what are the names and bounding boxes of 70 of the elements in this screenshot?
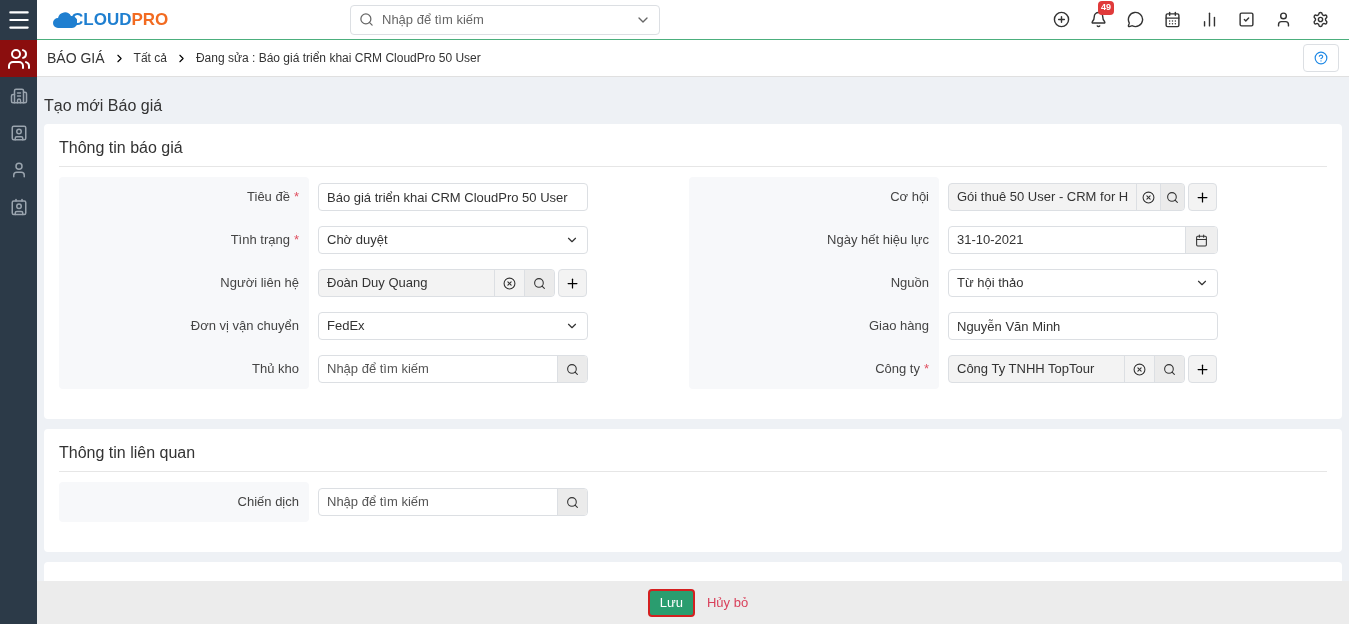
add-button[interactable] [558,269,587,297]
field-label: Công ty [875,360,920,379]
search-icon [566,495,579,509]
lookup-field[interactable]: Gói thuê 50 User - CRM for H [948,183,1185,211]
calendar-button[interactable] [1185,227,1217,253]
add-button[interactable] [1188,355,1217,383]
search-field[interactable]: Nhập để tìm kiếm [318,488,588,516]
user-icon[interactable] [1275,11,1292,28]
calendar-icon[interactable] [1164,11,1181,28]
search-button[interactable] [557,489,587,515]
plus-icon [1195,361,1210,377]
text-field[interactable]: Nguyễn Văn Minh [948,312,1218,340]
chat-icon[interactable] [1127,11,1144,28]
breadcrumb-item[interactable]: Đang sửa : Báo giá triển khai CRM CloudPro 50 User [195,49,481,67]
field-label: Tình trạng [230,231,290,250]
bell-icon[interactable] [1090,11,1107,28]
search-icon [1166,190,1180,204]
placeholder-text: Nhập để tìm kiếm [326,360,430,379]
lookup-field[interactable]: Công Ty TNHH TopTour [948,355,1185,383]
calendar-icon [1195,233,1208,247]
required-mark: * [293,231,299,250]
select-field[interactable]: FedEx [318,312,588,340]
section-title: Thông tin báo giá [59,136,1327,167]
field-label: Đơn vị vận chuyển [190,317,299,336]
field-label: Chiến dịch [237,493,299,512]
search-icon [533,276,546,290]
field-label: Ngày hết hiệu lực [827,231,929,250]
users-icon[interactable] [0,40,37,77]
search-icon [1163,362,1176,376]
search-icon [566,362,579,376]
chart-icon[interactable] [1201,11,1218,28]
search-button[interactable] [1160,184,1184,210]
clear-icon [1142,190,1156,204]
date-field[interactable]: 31-10-2021 [948,226,1218,254]
select-field[interactable]: Từ hội thảo [948,269,1218,297]
field-label: Giao hàng [869,317,929,336]
search-button[interactable] [524,270,554,296]
settings-icon[interactable] [1312,11,1329,28]
placeholder-text: Nhập để tìm kiếm [382,10,485,29]
search-field[interactable]: Nhập để tìm kiếm [350,4,660,35]
placeholder-text: Nhập để tìm kiếm [326,493,430,512]
field-label: Thủ kho [252,360,299,379]
field-label: Tiêu đề [247,188,290,207]
page-title: Tạo mới Báo giá [44,96,164,114]
required-mark: * [923,360,929,379]
clear-icon [503,276,516,290]
clear-icon [1133,362,1146,376]
breadcrumb-item[interactable]: Tất cả [133,49,167,67]
search-icon [359,12,374,27]
notification-badge: 49 [1098,1,1114,15]
field-label: Người liên hệ [220,274,299,293]
search-field[interactable]: Nhập để tìm kiếm [318,355,588,383]
plus-icon [565,275,580,291]
lookup-field[interactable]: Đoàn Duy Quang [318,269,555,297]
task-icon[interactable] [1238,11,1255,28]
field-label: Nguồn [890,274,929,293]
section-title: Thông tin liên quan [59,441,1327,472]
select-field[interactable]: Chờ duyệt [318,226,588,254]
search-button[interactable] [557,356,587,382]
add-button[interactable] [1188,183,1217,211]
search-button[interactable] [1154,356,1184,382]
cancel-link[interactable]: Hủy bỏ [707,592,749,613]
text-field[interactable]: Báo giá triển khai CRM CloudPro 50 User [318,183,588,211]
help-icon [1314,51,1328,65]
module-title: BÁO GIÁ [47,48,105,68]
required-mark: * [293,188,299,207]
plus-icon [1195,189,1210,205]
field-label: Cơ hội [890,188,929,207]
help-button[interactable] [1303,44,1339,72]
add-icon[interactable] [1053,11,1070,28]
